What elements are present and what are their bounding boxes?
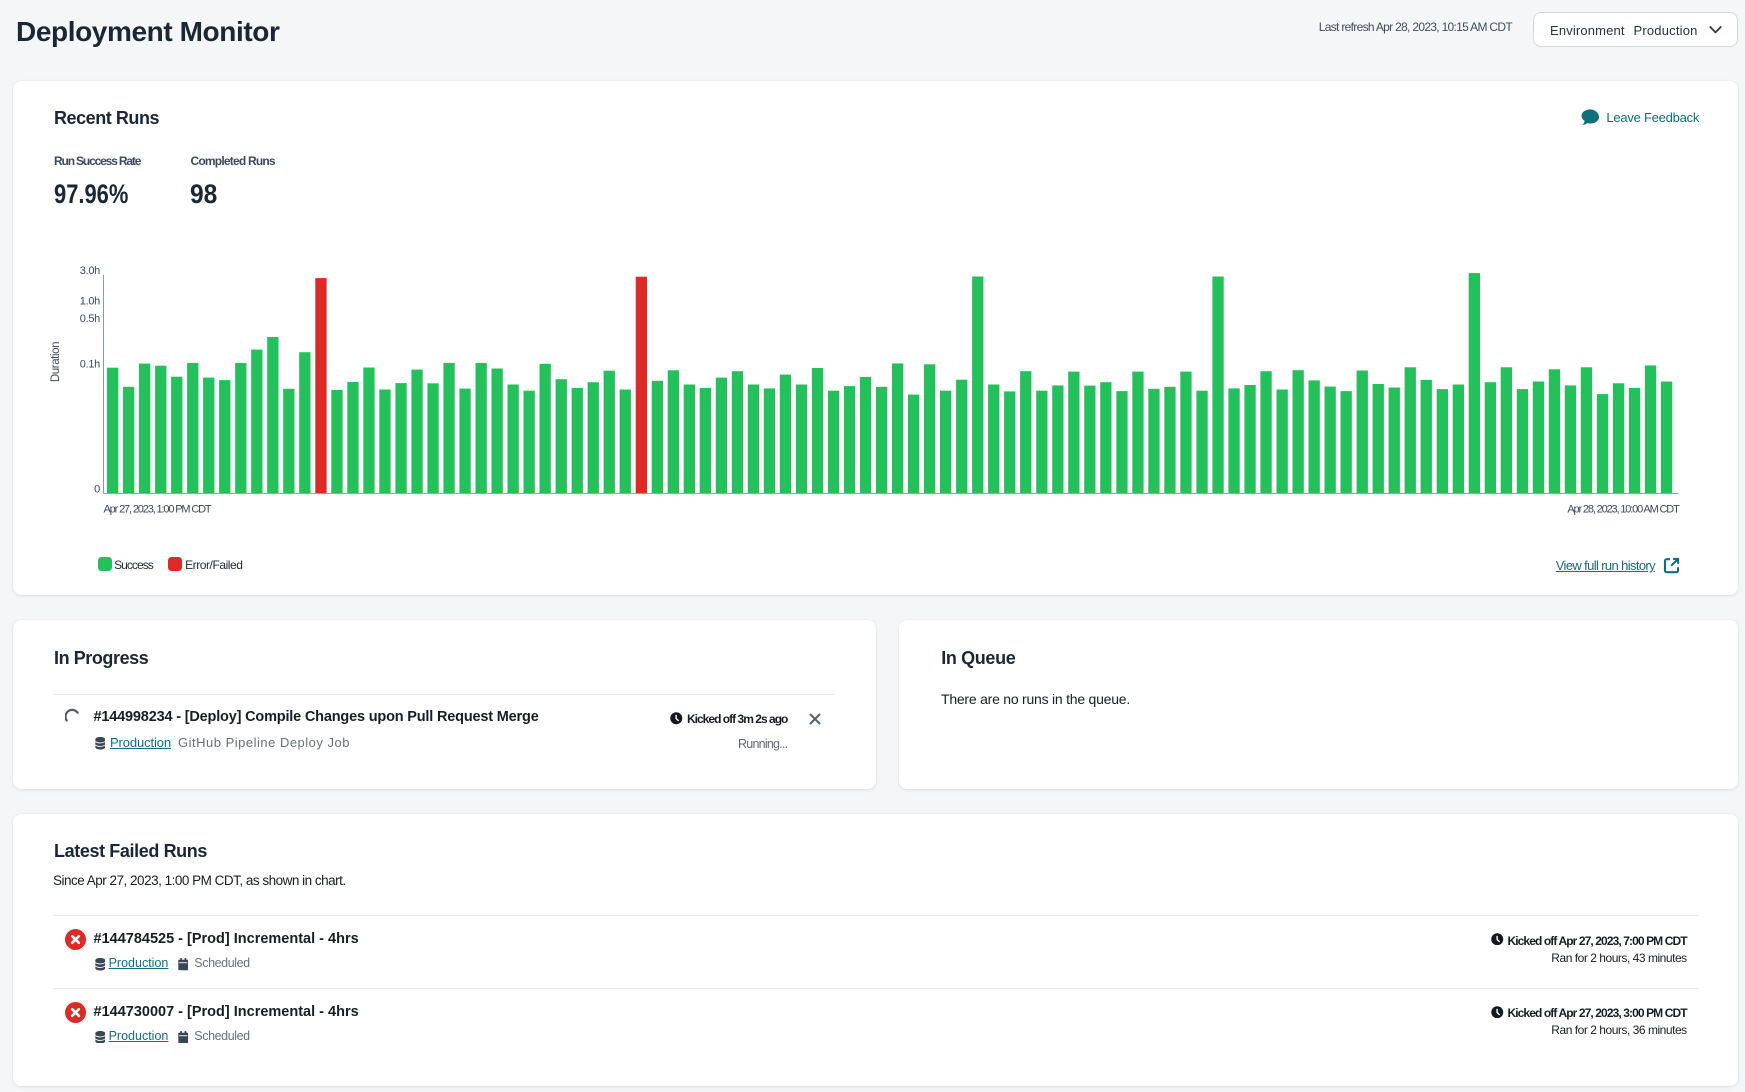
svg-text:0.1h: 0.1h [80, 359, 100, 371]
svg-text:1.0h: 1.0h [80, 296, 100, 308]
svg-text:0: 0 [94, 484, 100, 496]
svg-text:Apr 28, 2023, 10:00 AM CDT: Apr 28, 2023, 10:00 AM CDT [1567, 504, 1680, 516]
svg-text:0.5h: 0.5h [80, 313, 100, 325]
svg-text:3.0h: 3.0h [80, 265, 100, 277]
svg-text:Duration: Duration [50, 342, 62, 382]
svg-text:Apr 27, 2023, 1:00 PM CDT: Apr 27, 2023, 1:00 PM CDT [104, 504, 212, 516]
